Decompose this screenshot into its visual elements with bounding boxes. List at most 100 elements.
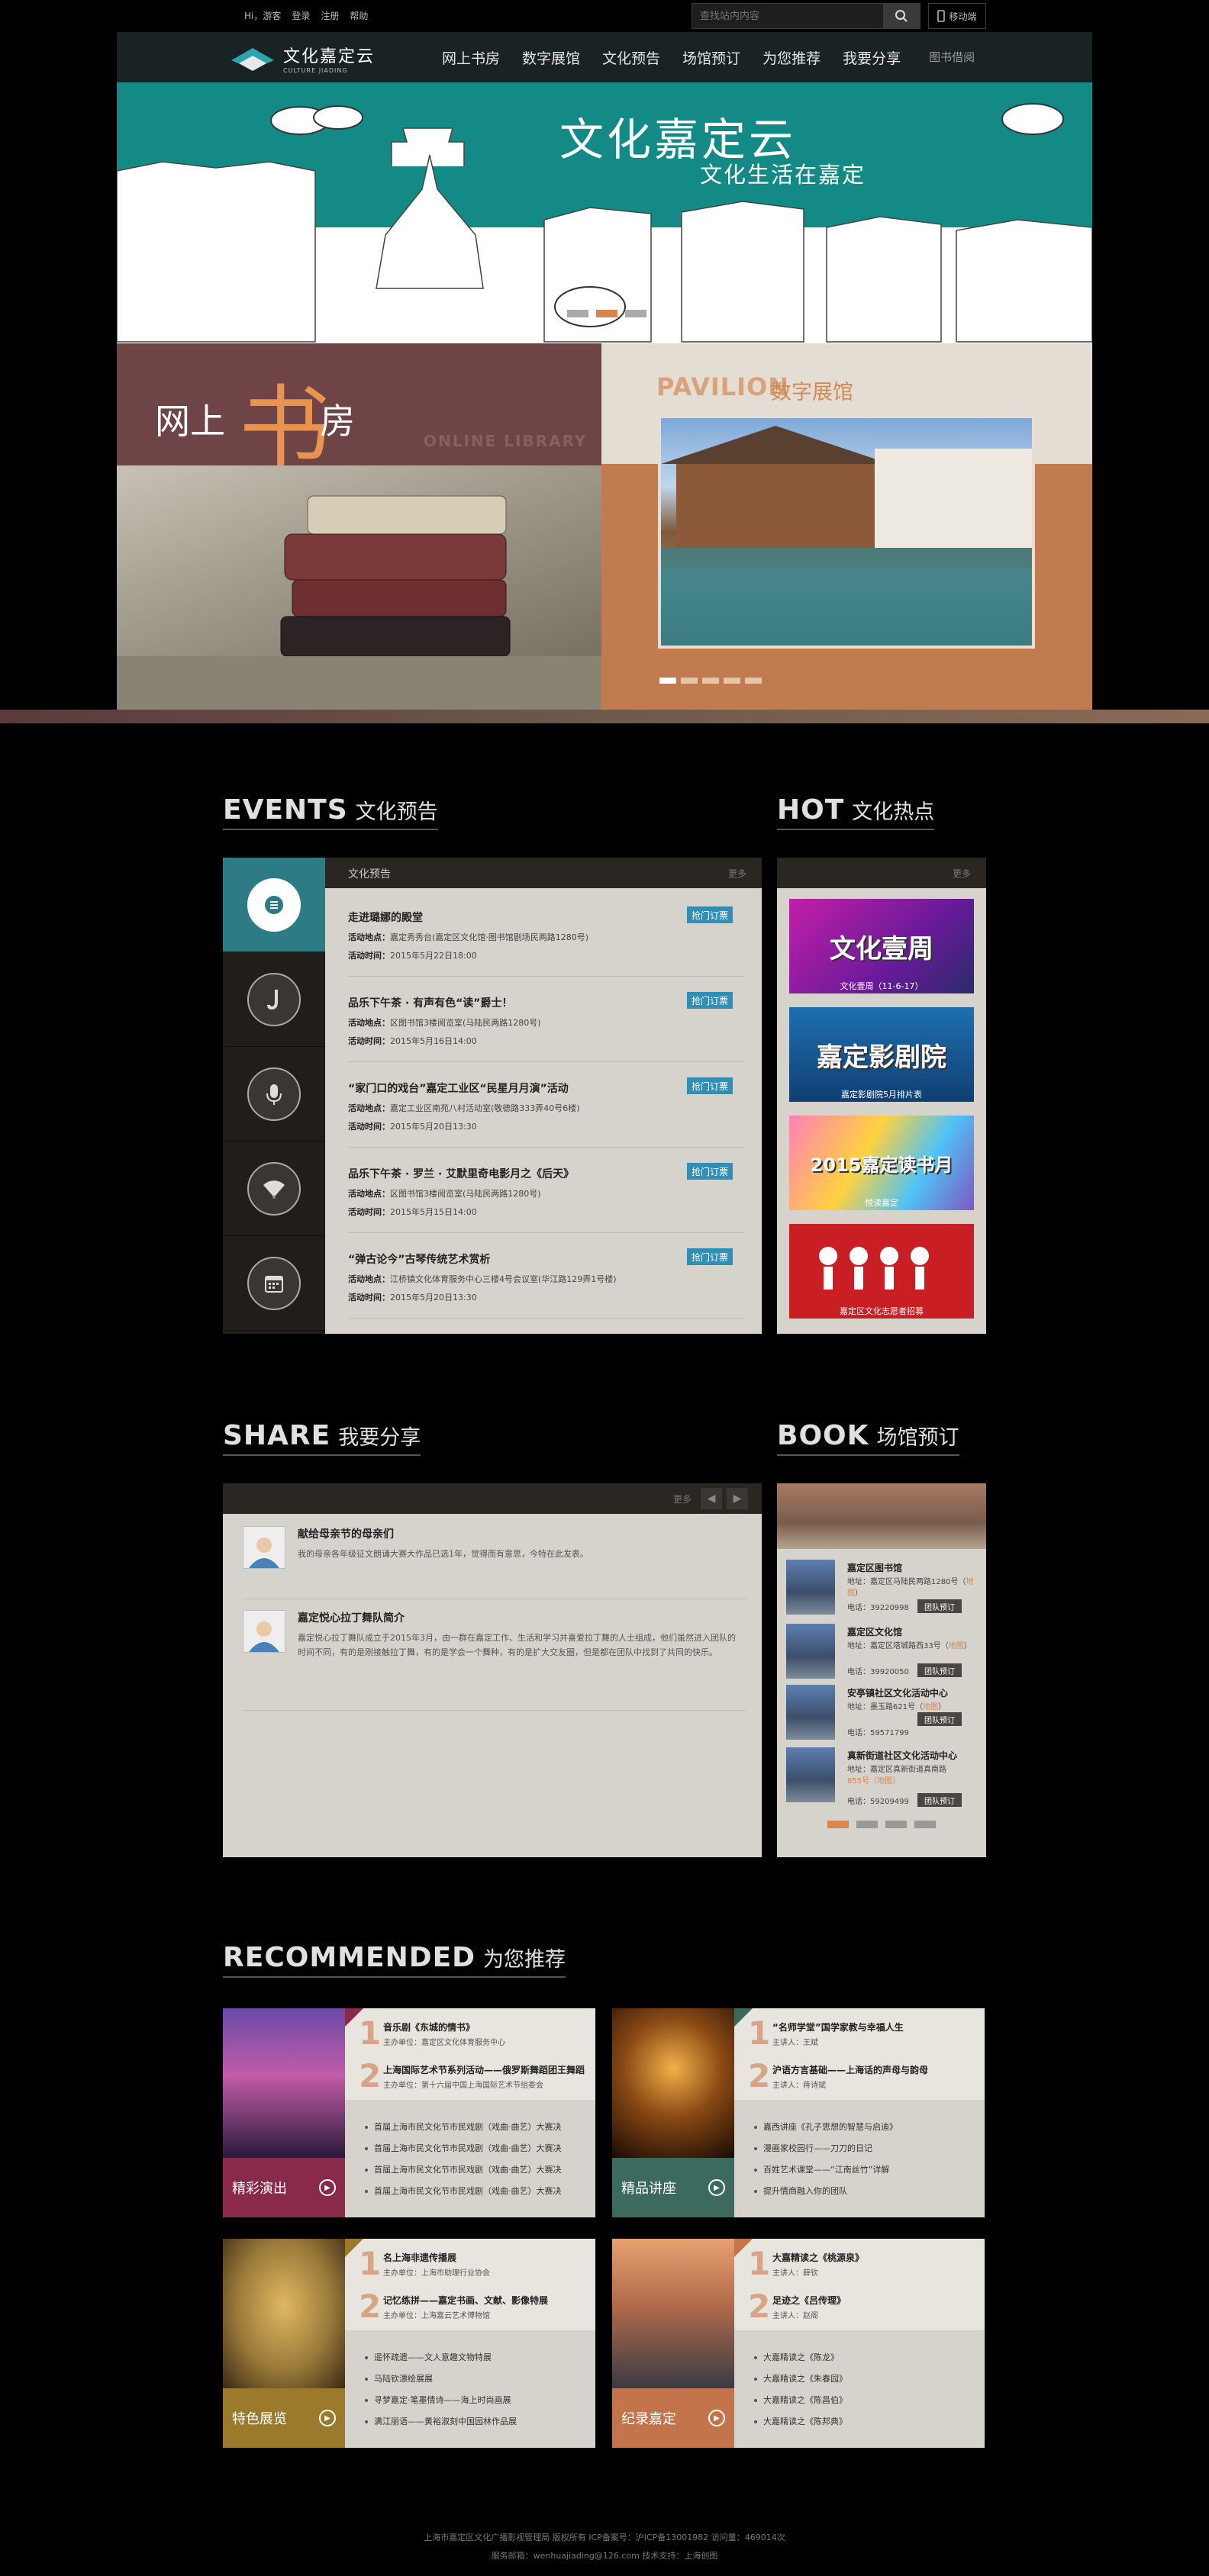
list-item[interactable]: 马陆钦漂绘展展 <box>365 2368 517 2390</box>
pavilion-dot[interactable] <box>745 678 762 684</box>
top-item[interactable]: 1 “名师学堂”国学家教与幸福人生 主讲人：王斌 <box>734 2013 985 2056</box>
top-item[interactable]: 2 上海国际艺术节系列活动——俄罗斯舞蹈团王舞蹈 主办单位：第十六届中国上海国际艺术… <box>345 2056 595 2098</box>
arrow-right-icon[interactable]: ▶ <box>319 2179 336 2196</box>
map-link[interactable]: 地图 <box>923 1703 938 1711</box>
venue-item[interactable]: 真新街道社区文化活动中心 地址：嘉定区真新街道真南路 855号（地图） 电话：59… <box>786 1747 982 1808</box>
top-item[interactable]: 2 记忆练拼——嘉定书画、文献、影像特展 主办单位：上海嘉云艺术博物馆 <box>345 2286 595 2329</box>
event-item[interactable]: “家门口的戏台”嘉定工业区“民星月月演”活动 抢门订票 活动地点：嘉定工业区南苑… <box>348 1062 745 1148</box>
top-item-title[interactable]: 上海国际艺术节系列活动——俄罗斯舞蹈团王舞蹈 <box>383 2063 585 2076</box>
arrow-right-icon[interactable]: ▶ <box>319 2410 336 2426</box>
event-title[interactable]: 品乐下午茶 · 有声有色“读”爵士！ <box>348 995 512 1010</box>
pavilion-dot[interactable] <box>659 678 676 684</box>
top-item[interactable]: 2 足迹之《吕传理》 主讲人：赵阁 <box>734 2286 985 2329</box>
arrow-right-icon[interactable]: ▶ <box>708 2179 725 2196</box>
event-item[interactable]: 品乐下午茶 · 罗兰 · 艾默里奇电影月之《后天》 抢门订票 活动地点：区图书馆… <box>348 1148 745 1233</box>
top-item[interactable]: 1 大嘉精读之《桃源泉》 主讲人：薛钦 <box>734 2243 985 2286</box>
top-item-title[interactable]: “名师学堂”国学家教与幸福人生 <box>772 2021 904 2033</box>
post-title[interactable]: 献给母亲节的母亲们 <box>298 1526 394 1541</box>
nav-item-digital-pavilion[interactable]: 数字展馆 <box>522 47 580 68</box>
top-item-title[interactable]: 沪语方言基础——上海话的声母与韵母 <box>772 2063 928 2076</box>
login-link[interactable]: 登录 <box>292 9 310 22</box>
help-link[interactable]: 帮助 <box>350 9 368 22</box>
post-title[interactable]: 嘉定悦心拉丁舞队简介 <box>298 1610 405 1625</box>
card-image[interactable]: 特色展览 ▶ <box>223 2239 345 2448</box>
online-library-tile[interactable]: 网上 书 房 ONLINE LIBRARY <box>117 343 601 710</box>
venue-item[interactable]: 嘉定区文化馆 地址：嘉定区塔城路西33号（地图） 电话：39920050 团队预… <box>786 1624 982 1685</box>
book-ticket-button[interactable]: 抢门订票 <box>687 1077 733 1094</box>
list-item[interactable]: 满江丽语——黄裕淑刻中国园林作品展 <box>365 2411 517 2433</box>
card-label-bar[interactable]: 精品讲座 ▶ <box>612 2158 734 2217</box>
venue-name[interactable]: 真新街道社区文化活动中心 <box>847 1749 957 1762</box>
top-item-title[interactable]: 名上海非遗传播展 <box>383 2251 456 2264</box>
share-more-link[interactable]: 更多 <box>673 1492 692 1505</box>
banner-dot[interactable] <box>625 310 646 317</box>
team-booking-button[interactable]: 团队预订 <box>917 1712 962 1726</box>
list-item[interactable]: 遥怀疏遗——文人意趣文物特展 <box>365 2347 517 2368</box>
card-image[interactable]: 精彩演出 ▶ <box>223 2008 345 2217</box>
events-more-link[interactable]: 更多 <box>728 867 746 880</box>
nav-item-share[interactable]: 我要分享 <box>843 47 901 68</box>
venue-dot[interactable] <box>827 1821 849 1828</box>
venue-dot[interactable] <box>856 1821 878 1828</box>
team-booking-button[interactable]: 团队预订 <box>917 1793 962 1807</box>
list-item[interactable]: 大嘉精读之《陈邦典》 <box>754 2411 847 2433</box>
top-item-title[interactable]: 记忆练拼——嘉定书画、文献、影像特展 <box>383 2294 548 2307</box>
share-post[interactable]: 献给母亲节的母亲们 我的母亲各年级征文朗诵大赛大作品已选1年，觉得而有意思，今特… <box>243 1526 746 1599</box>
event-title[interactable]: “弹古论今”古琴传统艺术赏析 <box>348 1251 490 1267</box>
venue-name[interactable]: 嘉定区文化馆 <box>847 1625 902 1638</box>
book-ticket-button[interactable]: 抢门订票 <box>687 1248 733 1265</box>
pavilion-dot[interactable] <box>702 678 719 684</box>
nav-item-online-library[interactable]: 网上书房 <box>442 47 500 68</box>
list-item[interactable]: 首届上海市民文化节市民戏剧（戏曲·曲艺）大赛决 <box>365 2181 562 2202</box>
pavilion-dot[interactable] <box>724 678 740 684</box>
event-item[interactable]: 品乐下午茶 · 有声有色“读”爵士！ 抢门订票 活动地点：区图书馆3楼阅览室(马… <box>348 977 745 1062</box>
venue-name[interactable]: 嘉定区图书馆 <box>847 1561 902 1574</box>
list-item[interactable]: 首届上海市民文化节市民戏剧（戏曲·曲艺）大赛决 <box>365 2138 562 2159</box>
card-label-bar[interactable]: 精彩演出 ▶ <box>223 2158 345 2217</box>
list-item[interactable]: 首届上海市民文化节市民戏剧（戏曲·曲艺）大赛决 <box>365 2117 562 2138</box>
prev-arrow-icon[interactable]: ◀ <box>701 1488 722 1509</box>
hot-card[interactable]: 嘉定区文化志愿者招募 <box>789 1224 974 1319</box>
event-title[interactable]: 品乐下午茶 · 罗兰 · 艾默里奇电影月之《后天》 <box>348 1166 574 1181</box>
map-link[interactable]: 855号（地图） <box>847 1777 900 1785</box>
event-item[interactable]: “弹古论今”古琴传统艺术赏析 抢门订票 活动地点：江桥镇文化体育服务中心三楼4号… <box>348 1233 745 1319</box>
card-label-bar[interactable]: 纪录嘉定 ▶ <box>612 2388 734 2448</box>
team-booking-button[interactable]: 团队预订 <box>917 1663 962 1677</box>
map-link[interactable]: 地图 <box>949 1642 964 1650</box>
top-item[interactable]: 2 沪语方言基础——上海话的声母与韵母 主讲人：蒋诗斌 <box>734 2056 985 2098</box>
card-image[interactable]: 纪录嘉定 ▶ <box>612 2239 734 2448</box>
mobile-button[interactable]: 移动端 <box>928 3 986 29</box>
book-ticket-button[interactable]: 抢门订票 <box>687 1163 733 1180</box>
digital-pavilion-tile[interactable]: PAVILION 数字展馆 <box>601 343 1092 710</box>
site-logo[interactable]: 文化嘉定云 CULTURE JIADING <box>228 43 375 74</box>
top-item[interactable]: 1 音乐剧《东城的情书》 主办单位：嘉定区文化体育服务中心 <box>345 2013 595 2056</box>
event-title[interactable]: 走进璐娜的殿堂 <box>348 910 423 925</box>
list-item[interactable]: 百姓艺术课堂——“江南丝竹”详解 <box>754 2159 898 2181</box>
nav-item-book-borrow[interactable]: 图书借阅 <box>929 47 975 68</box>
top-item-title[interactable]: 音乐剧《东城的情书》 <box>383 2021 475 2033</box>
category-list[interactable] <box>223 858 325 952</box>
top-item-title[interactable]: 足迹之《吕传理》 <box>772 2294 846 2307</box>
card-label-bar[interactable]: 特色展览 ▶ <box>223 2388 345 2448</box>
category-music[interactable] <box>223 952 325 1047</box>
list-item[interactable]: 大嘉精读之《陈龙》 <box>754 2347 847 2368</box>
venue-item[interactable]: 安亭镇社区文化活动中心 地址：墨玉路621号（地图） 电话：59571799 团… <box>786 1685 982 1746</box>
venue-dot[interactable] <box>914 1821 936 1828</box>
hot-card[interactable]: 文化壹周 文化壹周（11-6-17） <box>789 899 974 993</box>
list-item[interactable]: 提升情商融入你的团队 <box>754 2181 898 2202</box>
book-ticket-button[interactable]: 抢门订票 <box>687 906 733 923</box>
search-button[interactable] <box>883 4 920 28</box>
book-ticket-button[interactable]: 抢门订票 <box>687 992 733 1009</box>
nav-item-recommended[interactable]: 为您推荐 <box>762 47 821 68</box>
venue-name[interactable]: 安亭镇社区文化活动中心 <box>847 1686 948 1699</box>
top-item[interactable]: 1 名上海非遗传播展 主办单位：上海市助理行业协会 <box>345 2243 595 2286</box>
nav-item-venue-booking[interactable]: 场馆预订 <box>682 47 740 68</box>
arrow-right-icon[interactable]: ▶ <box>708 2410 725 2426</box>
category-opera[interactable] <box>223 1141 325 1236</box>
event-item[interactable]: 走进璐娜的殿堂 抢门订票 活动地点：嘉定秀秀台(嘉定区文化馆·图书馆剧场民两路1… <box>348 891 745 977</box>
category-lecture[interactable] <box>223 1047 325 1141</box>
hero-banner[interactable]: 文化嘉定云 文化生活在嘉定 <box>117 82 1092 343</box>
register-link[interactable]: 注册 <box>321 9 339 22</box>
team-booking-button[interactable]: 团队预订 <box>917 1599 962 1613</box>
hot-card[interactable]: 2015嘉定读书月 悦读嘉定 <box>789 1116 974 1210</box>
